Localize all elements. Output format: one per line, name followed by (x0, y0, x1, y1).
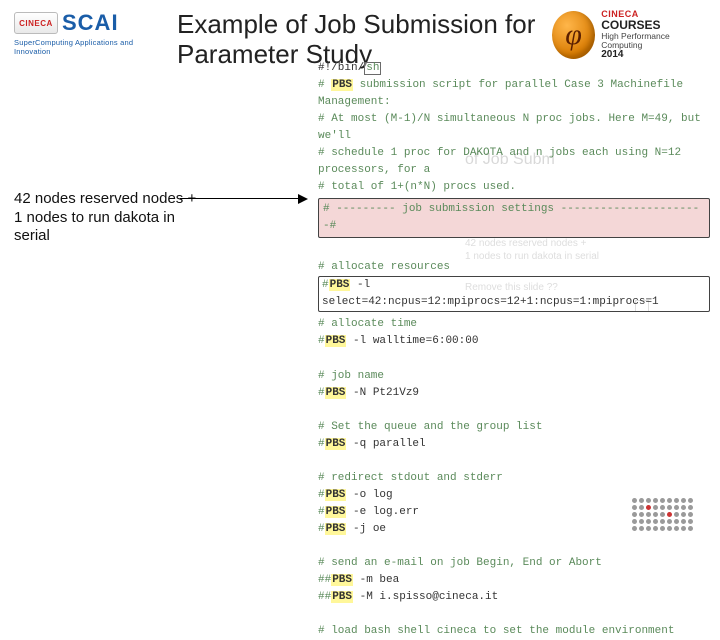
mail-comment: # send an e-mail on job Begin, End or Ab… (318, 555, 710, 572)
pbs-tag: PBS (325, 335, 347, 347)
pbs-tag: PBS (331, 574, 353, 586)
courses-line: High Performance Computing (601, 32, 702, 50)
cineca-dots-icon (632, 498, 702, 532)
annotation-arrow (180, 192, 320, 194)
phi-icon: φ (552, 11, 595, 59)
scai-subtitle: SuperComputing Applications and Innovati… (14, 38, 169, 56)
comment-3: # schedule 1 proc for DAKOTA and n jobs … (318, 145, 710, 179)
time-cmd: -l walltime=6:00:00 (346, 335, 478, 347)
alloc-cmd: -l select=42:ncpus=12:mpiprocs=12+1:ncpu… (322, 279, 659, 308)
shebang-prefix: #!/bin/ (318, 62, 364, 74)
cineca-badge: CINECA (14, 12, 58, 34)
alloc-comment: # allocate resources (318, 259, 710, 276)
comment-2: # At most (M-1)/N simultaneous N proc jo… (318, 111, 710, 145)
scai-name: SCAI (62, 10, 119, 36)
pbs-tag: PBS (331, 79, 353, 91)
pbs-tag: PBS (331, 591, 353, 603)
comment-4: # total of 1+(n*N) procs used. (318, 179, 710, 196)
time-comment: # allocate time (318, 316, 710, 333)
shebang-suffix: sh (364, 62, 381, 76)
queue-cmd: -q parallel (346, 438, 425, 450)
annotation-line-2: 1 nodes to run dakota in serial (14, 209, 209, 247)
pbs-tag: PBS (325, 438, 347, 450)
comment-hash: # (318, 79, 325, 91)
pbs-tag: PBS (329, 279, 351, 291)
redir-comment: # redirect stdout and stderr (318, 470, 710, 487)
pbs-script: #!/bin/sh # PBS submission script for pa… (318, 60, 710, 640)
scai-logo: CINECA SCAI SuperComputing Applications … (14, 10, 169, 65)
comment-1: submission script for parallel Case 3 Ma… (318, 79, 683, 108)
courses-logo: φ CINECA COURSES High Performance Comput… (552, 10, 702, 60)
name-cmd: -N Pt21Vz9 (346, 387, 419, 399)
pbs-tag: PBS (325, 387, 347, 399)
name-comment: # job name (318, 368, 710, 385)
queue-comment: # Set the queue and the group list (318, 419, 710, 436)
mail-addr-cmd: -M i.spisso@cineca.it (353, 591, 498, 603)
slide-footer: ★ ★ ★ ★ ★ ★ ★ ★ PRACE (0, 498, 720, 534)
mail-m-cmd: -m bea (353, 574, 399, 586)
module-comment: # load bash shell cineca to set the modu… (318, 623, 710, 640)
section-rule: # --------- job submission settings ----… (318, 198, 710, 238)
